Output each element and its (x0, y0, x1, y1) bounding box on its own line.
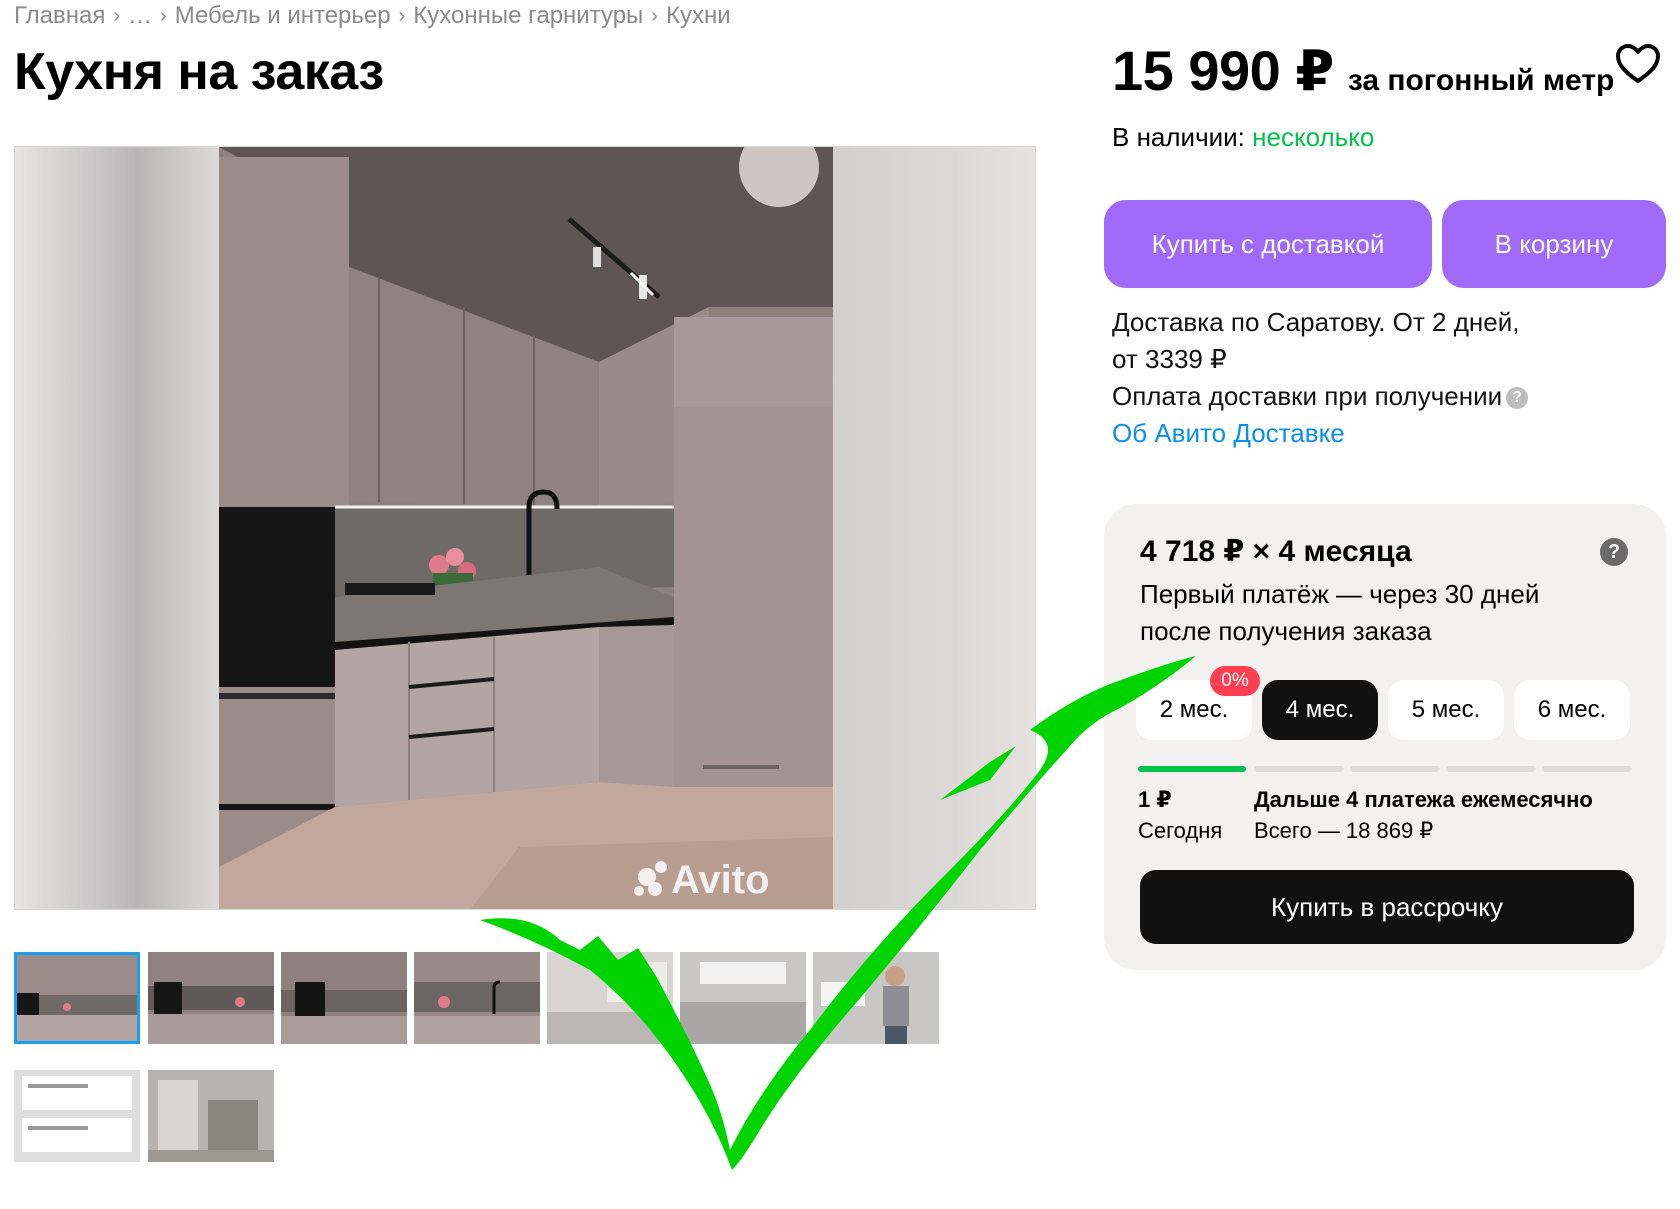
thumbnail-3[interactable] (281, 952, 407, 1044)
delivery-line-1: Доставка по Саратову. От 2 дней, (1112, 307, 1520, 337)
payment-progress-segment (1446, 766, 1536, 772)
kitchen-image: Avito (219, 147, 833, 909)
breadcrumb-ellipsis[interactable]: … (128, 2, 152, 30)
thumbnail-4[interactable] (414, 952, 540, 1044)
breadcrumb-separator: › (398, 4, 406, 27)
thumbnail-1[interactable] (14, 952, 140, 1044)
avito-delivery-link[interactable]: Об Авито Доставке (1112, 415, 1528, 452)
thumbnail-2[interactable] (148, 952, 274, 1044)
thumbnail-5[interactable] (547, 952, 673, 1044)
price-unit: за погонный метр (1347, 64, 1615, 97)
delivery-payment-text: Оплата доставки при получении (1112, 381, 1503, 411)
total-amount: Всего — 18 869 ₽ (1254, 818, 1434, 843)
installment-description-line-1: Первый платёж — через 30 дней (1140, 579, 1540, 609)
thumbnail-6[interactable] (680, 952, 806, 1044)
breadcrumb-separator: › (160, 4, 167, 27)
today-label: Сегодня (1138, 818, 1223, 843)
thumbnail-7[interactable] (813, 952, 939, 1044)
installment-description: Первый платёж — через 30 дней после полу… (1140, 576, 1620, 650)
future-payments-label: Дальше 4 платежа ежемесячно (1254, 787, 1593, 812)
help-icon[interactable]: ? (1600, 538, 1628, 566)
breadcrumb-separator: › (651, 4, 658, 27)
term-option-5[interactable]: 5 мес. (1388, 680, 1504, 740)
breadcrumb-furniture[interactable]: Мебель и интерьер (175, 2, 391, 30)
installment-title: 4 718 ₽ × 4 месяца (1140, 535, 1412, 568)
breadcrumb: Главная › … › Мебель и интерьер › Кухонн… (14, 0, 731, 32)
today-amount: 1 ₽ (1138, 787, 1172, 812)
thumbnail-9[interactable] (148, 1070, 274, 1162)
payment-progress-segment (1542, 766, 1632, 772)
installment-card: 4 718 ₽ × 4 месяца ? Первый платёж — чер… (1104, 504, 1666, 970)
price-block: 15 990 ₽ за погонный метр (1112, 38, 1614, 104)
term-option-6[interactable]: 6 мес. (1514, 680, 1630, 740)
breadcrumb-home[interactable]: Главная (14, 2, 105, 30)
today-payment: 1 ₽ Сегодня (1138, 784, 1222, 846)
availability-label: В наличии: (1112, 122, 1245, 152)
term-option-4[interactable]: 4 мес. (1262, 680, 1378, 740)
breadcrumb-separator: › (113, 4, 121, 27)
future-payments: Дальше 4 платежа ежемесячно Всего — 18 8… (1254, 784, 1593, 846)
help-icon[interactable]: ? (1506, 387, 1529, 410)
installment-description-line-2: после получения заказа (1140, 616, 1432, 646)
avito-watermark: Avito (671, 858, 770, 902)
add-to-cart-button[interactable]: В корзину (1442, 200, 1666, 288)
thumbnail-8[interactable] (14, 1070, 140, 1162)
product-page: Главная › … › Мебель и интерьер › Кухонн… (0, 0, 1680, 1209)
photo-blur-left (15, 147, 219, 909)
main-photo[interactable]: Avito (14, 146, 1036, 910)
breadcrumb-kitchens[interactable]: Кухни (666, 2, 731, 30)
page-title: Кухня на заказ (14, 43, 384, 101)
breadcrumb-kitchen-sets[interactable]: Кухонные гарнитуры (413, 2, 643, 30)
delivery-payment: Оплата доставки при получении? (1112, 378, 1529, 415)
price-value: 15 990 ₽ (1112, 39, 1334, 102)
payment-progress-segment (1138, 766, 1246, 772)
availability-value: несколько (1252, 122, 1375, 152)
buy-in-installments-button[interactable]: Купить в рассрочку (1140, 870, 1634, 944)
delivery-info: Доставка по Саратову. От 2 дней, от 3339… (1112, 304, 1529, 452)
payment-progress-segment (1350, 766, 1440, 772)
photo-blur-right (831, 147, 1035, 909)
buy-with-delivery-button[interactable]: Купить с доставкой (1104, 200, 1432, 288)
delivery-line-2: от 3339 ₽ (1112, 344, 1227, 374)
heart-icon[interactable] (1616, 44, 1660, 84)
availability: В наличии: несколько (1112, 122, 1374, 153)
payment-progress-segment (1254, 766, 1344, 772)
zero-percent-badge: 0% (1210, 666, 1260, 696)
